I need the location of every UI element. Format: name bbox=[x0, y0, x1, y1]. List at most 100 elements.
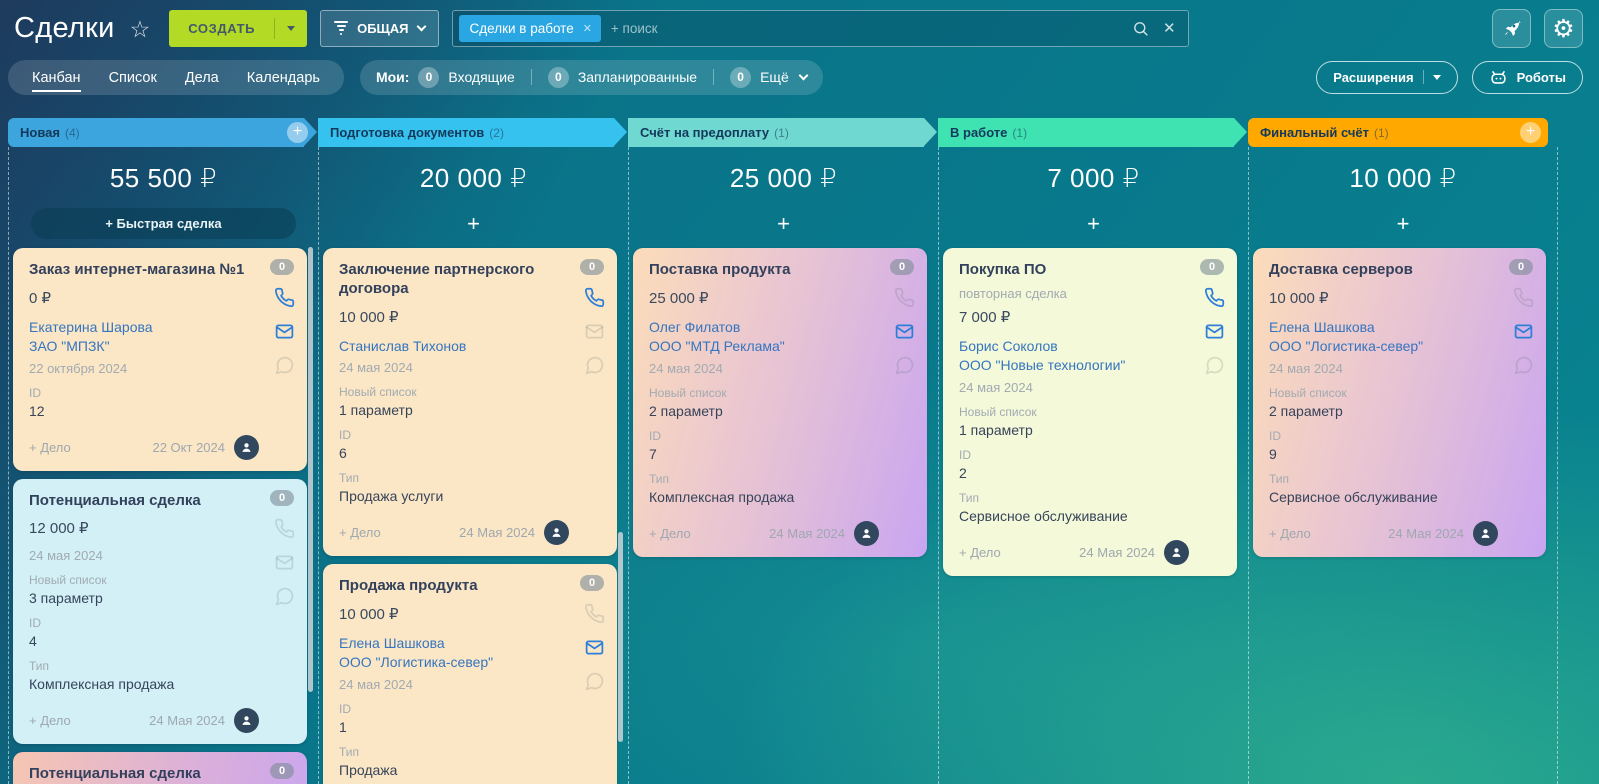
contact-link[interactable]: Елена Шашкова bbox=[339, 634, 569, 653]
phone-icon[interactable] bbox=[1513, 287, 1534, 308]
deal-title[interactable]: Покупка ПО bbox=[959, 261, 1189, 280]
create-dropdown-button[interactable] bbox=[275, 26, 307, 31]
add-card-button[interactable]: + bbox=[777, 211, 790, 237]
favorite-star-icon[interactable]: ☆ bbox=[130, 16, 151, 43]
add-activity-link[interactable]: + Дело bbox=[29, 713, 71, 728]
market-apps-button[interactable] bbox=[1492, 9, 1531, 48]
assignee-avatar[interactable] bbox=[854, 521, 879, 546]
chat-icon[interactable] bbox=[1513, 355, 1534, 376]
add-activity-link[interactable]: + Дело bbox=[29, 440, 71, 455]
deal-amount: 25 000 ₽ bbox=[649, 289, 879, 307]
column-header[interactable]: Финальный счёт (1) + bbox=[1248, 118, 1548, 147]
counter-incoming[interactable]: Входящие bbox=[448, 69, 514, 85]
search-icon[interactable] bbox=[1132, 20, 1149, 37]
assignee-avatar[interactable] bbox=[544, 520, 569, 545]
counter-more[interactable]: Ещё bbox=[760, 69, 789, 85]
deal-title[interactable]: Потенциальная сделка bbox=[29, 765, 259, 784]
phone-icon[interactable] bbox=[274, 518, 295, 539]
deal-card[interactable]: 0 Потенциальная сделка 12 000 ₽ 24 мая 2… bbox=[13, 479, 307, 745]
deal-card[interactable]: 0 Покупка ПО повторная сделка 7 000 ₽ Бо… bbox=[943, 248, 1237, 576]
column-add-button[interactable]: + bbox=[287, 122, 308, 143]
assignee-avatar[interactable] bbox=[234, 435, 259, 460]
phone-icon[interactable] bbox=[894, 287, 915, 308]
deal-card[interactable]: 0 Поставка продукта 25 000 ₽ Олег Филато… bbox=[633, 248, 927, 557]
add-card-button[interactable]: + bbox=[1397, 211, 1410, 237]
contact-link[interactable]: Екатерина Шарова bbox=[29, 318, 259, 337]
column-add-button[interactable]: + bbox=[1520, 122, 1541, 143]
contact-link[interactable]: ЗАО "МПЗК" bbox=[29, 337, 259, 356]
phone-icon[interactable] bbox=[584, 603, 605, 624]
assignee-avatar[interactable] bbox=[234, 708, 259, 733]
extensions-button[interactable]: Расширения bbox=[1316, 61, 1457, 94]
tab-kanban[interactable]: Канбан bbox=[32, 63, 81, 92]
add-activity-link[interactable]: + Дело bbox=[649, 526, 691, 541]
contact-link[interactable]: Елена Шашкова bbox=[1269, 318, 1498, 337]
tab-activities[interactable]: Дела bbox=[185, 63, 219, 92]
remove-tag-icon[interactable]: ✕ bbox=[583, 22, 592, 35]
deal-title[interactable]: Поставка продукта bbox=[649, 261, 879, 280]
chat-icon[interactable] bbox=[274, 355, 295, 376]
column-plus-row: + bbox=[939, 208, 1248, 239]
counter-planned[interactable]: Запланированные bbox=[578, 69, 697, 85]
contact-link[interactable]: Олег Филатов bbox=[649, 318, 879, 337]
mail-icon[interactable] bbox=[584, 321, 605, 342]
chat-icon[interactable] bbox=[274, 586, 295, 607]
deal-title[interactable]: Заключение партнерского договора bbox=[339, 261, 569, 299]
column-header[interactable]: В работе (1) bbox=[938, 118, 1234, 147]
tab-list[interactable]: Список bbox=[109, 63, 157, 92]
assignee-avatar[interactable] bbox=[1473, 521, 1498, 546]
deal-fields: Новый список1 параметрID6ТипПродажа услу… bbox=[339, 385, 569, 504]
search-input[interactable]: + поиск bbox=[611, 21, 1122, 36]
search-bar[interactable]: Сделки в работе ✕ + поиск ✕ bbox=[452, 10, 1189, 47]
deal-title[interactable]: Потенциальная сделка bbox=[29, 492, 259, 511]
contact-link[interactable]: ООО "Новые технологии" bbox=[959, 356, 1189, 375]
deal-title[interactable]: Заказ интернет-магазина №1 bbox=[29, 261, 259, 280]
contact-link[interactable]: ООО "МТД Реклама" bbox=[649, 337, 879, 356]
column-header[interactable]: Подготовка документов (2) bbox=[318, 118, 614, 147]
mail-icon[interactable] bbox=[584, 637, 605, 658]
deal-title[interactable]: Доставка серверов bbox=[1269, 261, 1498, 280]
extensions-label: Расширения bbox=[1333, 70, 1413, 85]
quick-deal-button[interactable]: + Быстрая сделка bbox=[31, 208, 297, 239]
chat-icon[interactable] bbox=[584, 671, 605, 692]
phone-icon[interactable] bbox=[274, 287, 295, 308]
phone-icon[interactable] bbox=[1204, 287, 1225, 308]
create-button[interactable]: СОЗДАТЬ bbox=[169, 10, 307, 47]
add-activity-link[interactable]: + Дело bbox=[339, 525, 381, 540]
contact-link[interactable]: ООО "Логистика-север" bbox=[339, 653, 569, 672]
settings-button[interactable]: ⚙ bbox=[1544, 9, 1583, 48]
contact-link[interactable]: Станислав Тихонов bbox=[339, 337, 569, 356]
clear-search-icon[interactable]: ✕ bbox=[1163, 19, 1176, 37]
tab-calendar[interactable]: Календарь bbox=[247, 63, 320, 92]
phone-icon[interactable] bbox=[584, 287, 605, 308]
column-sum: 25 000 ₽ bbox=[629, 147, 938, 208]
contact-link[interactable]: Борис Соколов bbox=[959, 337, 1189, 356]
mail-icon[interactable] bbox=[274, 552, 295, 573]
deal-card[interactable]: 0 Потенциальная сделка 18 500 ₽ Глеб Тит… bbox=[13, 752, 307, 784]
mail-icon[interactable] bbox=[1513, 321, 1534, 342]
add-activity-link[interactable]: + Дело bbox=[1269, 526, 1311, 541]
search-filter-tag[interactable]: Сделки в работе ✕ bbox=[459, 15, 601, 42]
mail-icon[interactable] bbox=[1204, 321, 1225, 342]
robots-button[interactable]: Роботы bbox=[1472, 61, 1583, 94]
column-scrollbar[interactable] bbox=[308, 247, 313, 692]
chat-icon[interactable] bbox=[584, 355, 605, 376]
deal-card[interactable]: 0 Доставка серверов 10 000 ₽ Елена Шашко… bbox=[1253, 248, 1546, 557]
mail-icon[interactable] bbox=[274, 321, 295, 342]
filter-preset-button[interactable]: ОБЩАЯ bbox=[320, 10, 438, 47]
deal-card[interactable]: 0 Продажа продукта 10 000 ₽ Елена Шашков… bbox=[323, 564, 617, 784]
column-header[interactable]: Новая (4) + bbox=[8, 118, 304, 147]
deal-card[interactable]: 0 Заключение партнерского договора 10 00… bbox=[323, 248, 617, 556]
column-scrollbar[interactable] bbox=[618, 532, 623, 742]
add-card-button[interactable]: + bbox=[467, 211, 480, 237]
add-card-button[interactable]: + bbox=[1087, 211, 1100, 237]
contact-link[interactable]: ООО "Логистика-север" bbox=[1269, 337, 1498, 356]
mail-icon[interactable] bbox=[894, 321, 915, 342]
column-header[interactable]: Счёт на предоплату (1) bbox=[628, 118, 924, 147]
chat-icon[interactable] bbox=[894, 355, 915, 376]
chat-icon[interactable] bbox=[1204, 355, 1225, 376]
assignee-avatar[interactable] bbox=[1164, 540, 1189, 565]
add-activity-link[interactable]: + Дело bbox=[959, 545, 1001, 560]
deal-title[interactable]: Продажа продукта bbox=[339, 577, 569, 596]
deal-card[interactable]: 0 Заказ интернет-магазина №1 0 ₽ Екатери… bbox=[13, 248, 307, 471]
